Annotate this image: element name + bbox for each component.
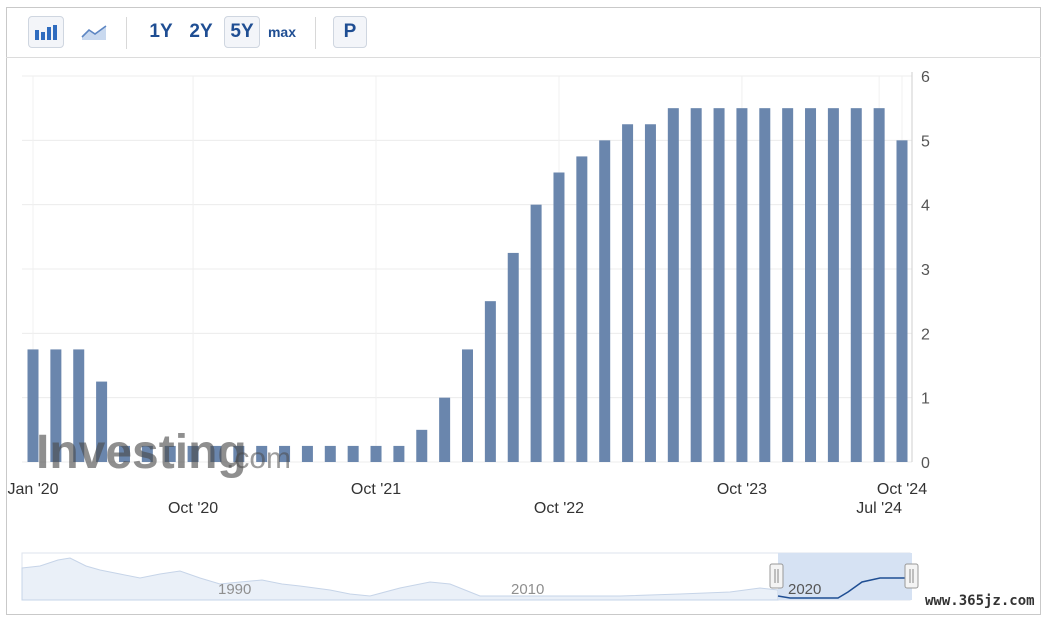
bar-chart: 0 1 2 3 4 5 6 Jan '20 Oct '20 Oct '21 Oct '22 Oct … [7, 69, 930, 601]
bar[interactable] [530, 204, 542, 462]
watermark-brand: Investing [36, 426, 247, 479]
x-axis-ticks: Jan '20 Oct '20 Oct '21 Oct '22 Oct '23 Jul '… [7, 481, 927, 517]
bar[interactable] [484, 301, 496, 462]
bar[interactable] [301, 445, 313, 462]
bar[interactable] [759, 108, 771, 463]
y-tick-label: 6 [921, 69, 930, 86]
bar[interactable] [667, 108, 679, 463]
bar[interactable] [644, 124, 656, 462]
x-tick-label: Oct '21 [351, 481, 401, 498]
investing-watermark: Investing .com [36, 426, 291, 479]
bar[interactable] [507, 252, 519, 462]
site-watermark: www.365jz.com [921, 592, 1039, 610]
bar[interactable] [713, 108, 725, 463]
x-tick-label: Oct '23 [717, 481, 767, 498]
x-tick-label: Oct '20 [168, 500, 218, 517]
x-tick-label: Jul '24 [856, 500, 902, 517]
bar[interactable] [805, 108, 817, 463]
y-tick-label: 4 [921, 198, 930, 215]
x-tick-label: Oct '24 [877, 481, 927, 498]
bar[interactable] [347, 445, 359, 462]
navigator-label: 2010 [511, 581, 544, 598]
bar[interactable] [896, 140, 908, 463]
bar[interactable] [553, 172, 565, 463]
bar[interactable] [439, 397, 451, 462]
bar[interactable] [462, 349, 473, 462]
y-tick-label: 0 [921, 455, 930, 472]
bar[interactable] [324, 445, 336, 462]
watermark-suffix: .com [226, 442, 291, 475]
navigator-left-handle[interactable] [769, 563, 784, 589]
bar[interactable] [599, 140, 611, 463]
y-axis-ticks: 0 1 2 3 4 5 6 [921, 69, 930, 472]
bar[interactable] [416, 429, 428, 462]
navigator-label: 2020 [788, 581, 821, 598]
y-tick-label: 2 [921, 326, 930, 343]
navigator-label: 1990 [218, 581, 251, 598]
bar[interactable] [576, 156, 588, 462]
bar[interactable] [370, 445, 382, 462]
x-tick-label: Jan '20 [7, 481, 58, 498]
bar[interactable] [736, 108, 748, 463]
navigator[interactable]: 1990 2010 2020 [21, 552, 919, 601]
bar[interactable] [393, 445, 405, 462]
bar[interactable] [873, 108, 885, 463]
bar-series [27, 108, 908, 463]
bar[interactable] [690, 108, 702, 463]
bar[interactable] [850, 108, 862, 463]
y-tick-label: 1 [921, 391, 930, 408]
y-tick-label: 5 [921, 133, 930, 150]
bar[interactable] [622, 124, 634, 462]
navigator-right-handle[interactable] [904, 563, 919, 589]
x-tick-label: Oct '22 [534, 500, 584, 517]
bar[interactable] [782, 108, 794, 463]
y-tick-label: 3 [921, 262, 930, 279]
bar[interactable] [827, 108, 839, 463]
